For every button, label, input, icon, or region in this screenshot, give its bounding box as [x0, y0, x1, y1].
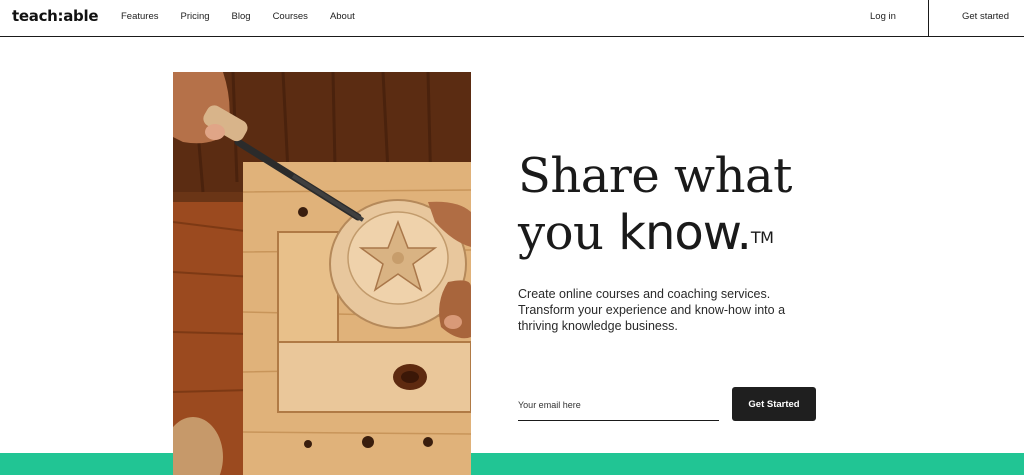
- login-link[interactable]: Log in: [870, 11, 896, 22]
- hero-headline: Share what you know.TM: [518, 148, 838, 262]
- email-field-wrapper: [518, 393, 719, 421]
- hero-photo: [173, 72, 471, 475]
- headline-line-2-light: you: [518, 205, 619, 261]
- top-navigation-bar: teach:able Features Pricing Blog Courses…: [0, 0, 1024, 37]
- header-divider: [928, 0, 929, 37]
- teachable-logo[interactable]: teach:able: [12, 7, 99, 25]
- headline-line-2-bold: know.: [618, 205, 752, 261]
- headline-line-1: Share what: [518, 148, 792, 204]
- nav-link-pricing[interactable]: Pricing: [181, 11, 210, 22]
- email-input[interactable]: [518, 393, 719, 417]
- get-started-button[interactable]: Get Started: [732, 387, 816, 421]
- get-started-link[interactable]: Get started: [962, 11, 1009, 22]
- nav-link-about[interactable]: About: [330, 11, 355, 22]
- trademark-symbol: TM: [750, 228, 774, 247]
- nav-link-features[interactable]: Features: [121, 11, 159, 22]
- nav-link-blog[interactable]: Blog: [232, 11, 251, 22]
- hero-subtext: Create online courses and coaching servi…: [518, 287, 786, 333]
- accent-band: [0, 453, 1024, 475]
- main-nav: Features Pricing Blog Courses About: [121, 11, 377, 22]
- nav-link-courses[interactable]: Courses: [273, 11, 308, 22]
